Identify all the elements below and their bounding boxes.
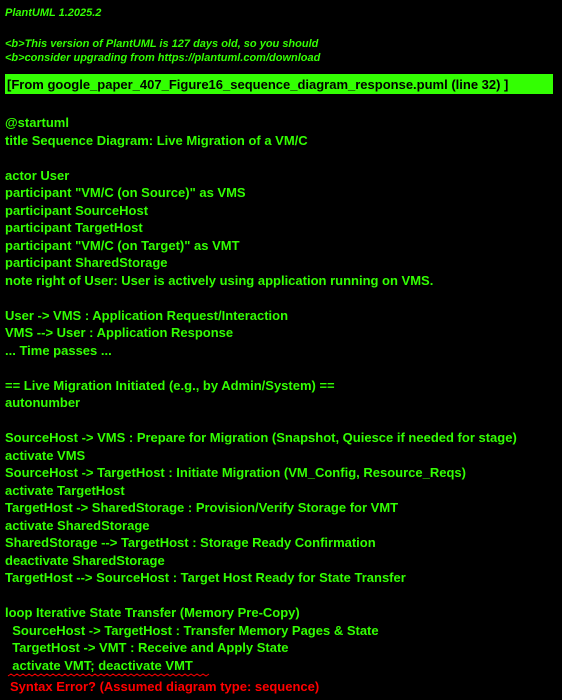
source-line: participant TargetHost: [5, 220, 143, 235]
syntax-error-message: Syntax Error? (Assumed diagram type: seq…: [10, 679, 320, 694]
source-line: participant SharedStorage: [5, 255, 168, 270]
source-line: participant SourceHost: [5, 202, 149, 218]
upgrade-warning-line-2: <b>consider upgrading from https://plant…: [5, 52, 321, 64]
source-line: activate VMS: [5, 447, 86, 463]
source-line: title Sequence Diagram: Live Migration o…: [5, 132, 308, 148]
plantuml-version: PlantUML 1.2025.2: [5, 7, 102, 19]
source-line: loop Iterative State Transfer (Memory Pr…: [5, 605, 300, 620]
source-line: VMS --> User : Application Response: [5, 325, 234, 340]
source-file-banner-text: [From google_paper_407_Figure16_sequence…: [7, 77, 509, 92]
source-line: User -> VMS : Application Request/Intera…: [5, 307, 289, 323]
source-line: ... Time passes ...: [5, 342, 112, 358]
source-line: activate SharedStorage: [5, 517, 150, 533]
source-line: TargetHost -> VMT : Receive and Apply St…: [5, 640, 289, 655]
source-line: deactivate SharedStorage: [5, 552, 165, 568]
source-line: autonumber: [5, 395, 81, 410]
source-line: activate TargetHost: [5, 482, 125, 498]
source-line: TargetHost --> SourceHost : Target Host …: [5, 570, 406, 585]
source-line: note right of User: User is actively usi…: [5, 272, 434, 288]
source-line: SourceHost -> VMS : Prepare for Migratio…: [5, 430, 517, 445]
source-line: == Live Migration Initiated (e.g., by Ad…: [5, 377, 335, 393]
source-line: TargetHost -> SharedStorage : Provision/…: [5, 500, 399, 515]
error-source-line: activate VMT; deactivate VMT: [5, 657, 193, 673]
error-squiggle-underline: [7, 673, 210, 677]
source-line: SourceHost -> TargetHost : Transfer Memo…: [5, 622, 379, 638]
source-line: actor User: [5, 167, 70, 183]
upgrade-warning-line-1: <b>This version of PlantUML is 127 days …: [5, 38, 319, 50]
source-line: participant "VM/C (on Source)" as VMS: [5, 185, 246, 200]
source-file-banner: [From google_paper_407_Figure16_sequence…: [5, 74, 553, 94]
source-line: @startuml: [5, 115, 69, 130]
source-line: SharedStorage --> TargetHost : Storage R…: [5, 535, 376, 550]
source-line: SourceHost -> TargetHost : Initiate Migr…: [5, 465, 466, 480]
source-line: participant "VM/C (on Target)" as VMT: [5, 237, 240, 253]
